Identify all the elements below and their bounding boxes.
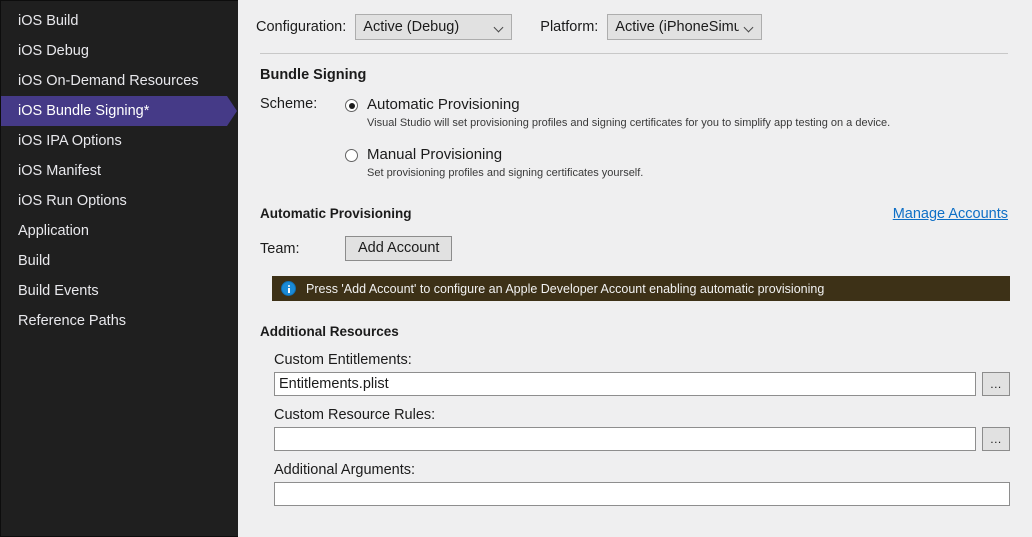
radio-option-automatic-provisioning[interactable]: Automatic Provisioning Visual Studio wil… <box>345 95 1032 130</box>
sidebar-item-label: iOS Manifest <box>18 163 101 179</box>
sidebar-item-label: Reference Paths <box>18 313 127 329</box>
info-icon <box>281 281 296 296</box>
additional-resources-title: Additional Resources <box>260 324 399 339</box>
custom-resource-rules-label: Custom Resource Rules: <box>274 407 436 423</box>
bundle-signing-title: Bundle Signing <box>260 67 367 83</box>
project-properties-window: iOS Build iOS Debug iOS On-Demand Resour… <box>0 0 1032 537</box>
custom-resource-rules-input[interactable] <box>274 427 976 451</box>
manage-accounts-link[interactable]: Manage Accounts <box>893 206 1008 222</box>
properties-content-panel: Configuration: Active (Debug) Platform: … <box>238 0 1032 537</box>
team-row: Team: Add Account <box>238 236 1032 261</box>
sidebar-item-label: iOS On-Demand Resources <box>18 73 199 89</box>
scheme-label: Scheme: <box>260 96 318 112</box>
sidebar-item-label: Application <box>18 223 89 239</box>
sidebar-item-build-events[interactable]: Build Events <box>1 276 238 306</box>
configuration-toolbar: Configuration: Active (Debug) Platform: … <box>238 0 1032 53</box>
platform-dropdown[interactable]: Active (iPhoneSimulator) <box>607 13 763 40</box>
sidebar-item-ios-on-demand-resources[interactable]: iOS On-Demand Resources <box>1 66 238 96</box>
additional-arguments-label: Additional Arguments: <box>274 462 416 478</box>
custom-entitlements-input[interactable] <box>274 372 976 396</box>
radio-description: Visual Studio will set provisioning prof… <box>367 117 891 129</box>
platform-value: Active (iPhoneSimulator) <box>615 18 739 35</box>
sidebar-item-ios-bundle-signing[interactable]: iOS Bundle Signing* <box>1 96 238 126</box>
platform-label: Platform: <box>540 18 599 35</box>
sidebar-item-label: iOS IPA Options <box>18 133 122 149</box>
configuration-dropdown[interactable]: Active (Debug) <box>355 13 513 40</box>
sidebar-item-build[interactable]: Build <box>1 246 238 276</box>
configuration-label: Configuration: <box>256 18 347 35</box>
scheme-section: Scheme: Automatic Provisioning Visual St… <box>238 95 1032 180</box>
additional-arguments-input[interactable] <box>274 482 1010 506</box>
add-account-button[interactable]: Add Account <box>345 236 453 261</box>
info-message-text: Press 'Add Account' to configure an Appl… <box>306 281 825 296</box>
selection-arrow-icon <box>227 96 237 126</box>
sidebar-item-label: Build Events <box>18 283 99 299</box>
configuration-value: Active (Debug) <box>363 18 460 35</box>
sidebar-item-ios-run-options[interactable]: iOS Run Options <box>1 186 238 216</box>
team-label: Team: <box>260 240 300 257</box>
additional-resources-header: Additional Resources <box>238 323 1032 341</box>
toolbar-divider <box>260 53 1008 54</box>
additional-resources-fields: Custom Entitlements: ... Custom Resource… <box>238 352 1032 506</box>
custom-entitlements-row: ... <box>274 372 1010 396</box>
radio-label: Manual Provisioning <box>367 146 503 163</box>
automatic-provisioning-header: Automatic Provisioning Manage Accounts <box>238 206 1032 222</box>
sidebar-item-ios-ipa-options[interactable]: iOS IPA Options <box>1 126 238 156</box>
additional-arguments-row <box>274 482 1010 506</box>
sidebar-item-reference-paths[interactable]: Reference Paths <box>1 306 238 336</box>
sidebar-item-ios-build[interactable]: iOS Build <box>1 6 238 36</box>
sidebar-nav: iOS Build iOS Debug iOS On-Demand Resour… <box>0 0 238 537</box>
custom-resource-rules-browse-button[interactable]: ... <box>982 427 1010 451</box>
custom-entitlements-browse-button[interactable]: ... <box>982 372 1010 396</box>
sidebar-item-label: iOS Run Options <box>18 193 127 209</box>
chevron-down-icon <box>495 24 504 30</box>
info-message-bar: Press 'Add Account' to configure an Appl… <box>272 276 1010 301</box>
sidebar-item-label: iOS Build <box>18 13 79 29</box>
radio-label: Automatic Provisioning <box>367 96 520 113</box>
radio-option-manual-provisioning[interactable]: Manual Provisioning Set provisioning pro… <box>345 145 1032 180</box>
automatic-provisioning-title: Automatic Provisioning <box>260 206 412 221</box>
sidebar-item-ios-debug[interactable]: iOS Debug <box>1 36 238 66</box>
radio-description: Set provisioning profiles and signing ce… <box>367 167 644 179</box>
sidebar-item-label: iOS Debug <box>18 43 89 59</box>
sidebar-item-label: iOS Bundle Signing* <box>18 103 150 119</box>
radio-button-icon[interactable] <box>345 149 358 162</box>
sidebar-item-ios-manifest[interactable]: iOS Manifest <box>1 156 238 186</box>
sidebar-item-label: Build <box>18 253 51 269</box>
custom-resource-rules-row: ... <box>274 427 1010 451</box>
scheme-radio-group: Automatic Provisioning Visual Studio wil… <box>345 95 1032 180</box>
radio-button-icon[interactable] <box>345 99 358 112</box>
chevron-down-icon <box>745 24 754 30</box>
custom-entitlements-label: Custom Entitlements: <box>274 352 412 368</box>
sidebar-item-application[interactable]: Application <box>1 216 238 246</box>
